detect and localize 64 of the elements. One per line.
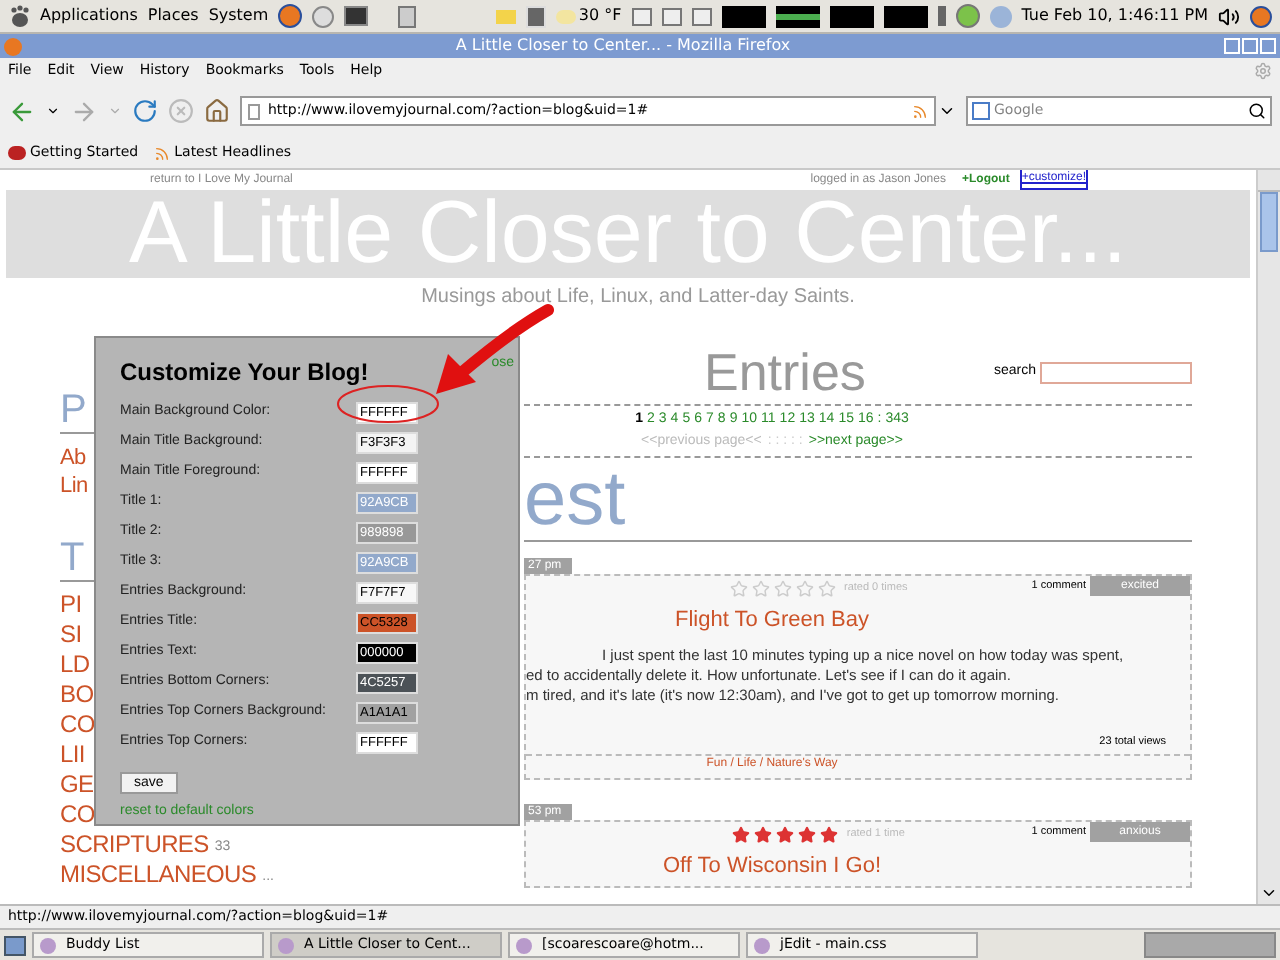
panel-menu[interactable]: Places <box>147 4 199 28</box>
feed-icon[interactable] <box>912 103 928 119</box>
post-title[interactable]: Off To Wisconsin I Go! <box>526 849 1190 883</box>
maximize-button[interactable] <box>1242 38 1258 54</box>
star-rating[interactable] <box>729 580 836 598</box>
monitor-icon <box>631 7 652 25</box>
stop-button[interactable] <box>168 98 194 124</box>
entries-heading: Entries <box>704 339 866 405</box>
post-title[interactable]: Flight To Green Bay <box>526 604 1190 637</box>
search-input[interactable] <box>1040 361 1192 383</box>
search-engine-icon[interactable] <box>972 102 990 120</box>
latest-heading: est <box>524 460 1192 542</box>
memory-graph <box>775 5 820 27</box>
panel-menu[interactable]: System <box>208 4 269 28</box>
category-link[interactable]: SI <box>60 622 82 648</box>
throbber-icon <box>1254 62 1272 80</box>
category-link[interactable]: BO <box>60 682 94 708</box>
history-dropdown-icon[interactable] <box>46 104 60 118</box>
cpu-graph <box>721 5 766 27</box>
network-graph <box>829 5 874 27</box>
weather-icon <box>556 9 577 23</box>
category-link[interactable]: GE <box>60 772 94 798</box>
monitor-icon <box>691 7 712 25</box>
app-icon <box>754 937 770 953</box>
load-graph <box>883 5 928 27</box>
minimize-button[interactable] <box>1224 38 1240 54</box>
category-link[interactable]: CO <box>60 802 95 828</box>
clock: Tue Feb 10, 1:46:11 PM <box>1021 4 1208 28</box>
scrollbar-thumb[interactable] <box>1260 192 1278 252</box>
home-button[interactable] <box>204 98 230 124</box>
star-rating[interactable] <box>732 825 839 844</box>
terminal-launcher-icon[interactable] <box>344 6 369 26</box>
page-icon <box>248 103 260 119</box>
weather-reading: 30 °F <box>578 4 622 28</box>
monitor-icon <box>661 7 682 25</box>
forward-button[interactable] <box>70 97 98 125</box>
scrollbar[interactable] <box>1256 170 1280 904</box>
tagline: Musings about Life, Linux, and Latter-day Saints. <box>419 284 857 312</box>
category-link[interactable]: MISCELLANEOUS <box>60 862 257 888</box>
volume-icon[interactable] <box>1218 5 1240 27</box>
dialog-title: Customize Your Blog! <box>120 356 369 390</box>
category-link[interactable]: LD <box>60 652 90 678</box>
highlight-ellipse <box>336 384 440 424</box>
address-dropdown-button[interactable] <box>938 102 956 120</box>
feed-icon <box>154 145 171 161</box>
app-icon <box>40 937 56 953</box>
category-link[interactable]: CO <box>60 712 95 738</box>
sidebar-link[interactable]: Ab <box>60 444 86 472</box>
category-link[interactable]: SCRIPTURES <box>60 832 209 858</box>
back-button[interactable] <box>8 97 36 125</box>
panel-menu[interactable]: Applications <box>40 4 138 28</box>
reload-button[interactable] <box>132 98 158 124</box>
app-icon <box>516 937 532 953</box>
sidebar-link[interactable]: Lin <box>60 472 88 500</box>
show-desktop-icon[interactable] <box>4 935 26 955</box>
close-button[interactable] <box>1260 38 1276 54</box>
window-title: A Little Closer to Center... - Mozilla Firefox <box>453 38 793 54</box>
foot-icon <box>8 4 30 28</box>
app-icon <box>278 937 294 953</box>
category-link[interactable]: LII <box>60 742 85 768</box>
flag-icon <box>8 146 26 160</box>
workspace-switcher[interactable] <box>1144 932 1276 958</box>
search-icon[interactable] <box>1248 102 1266 120</box>
category-link[interactable]: PI <box>60 592 82 618</box>
